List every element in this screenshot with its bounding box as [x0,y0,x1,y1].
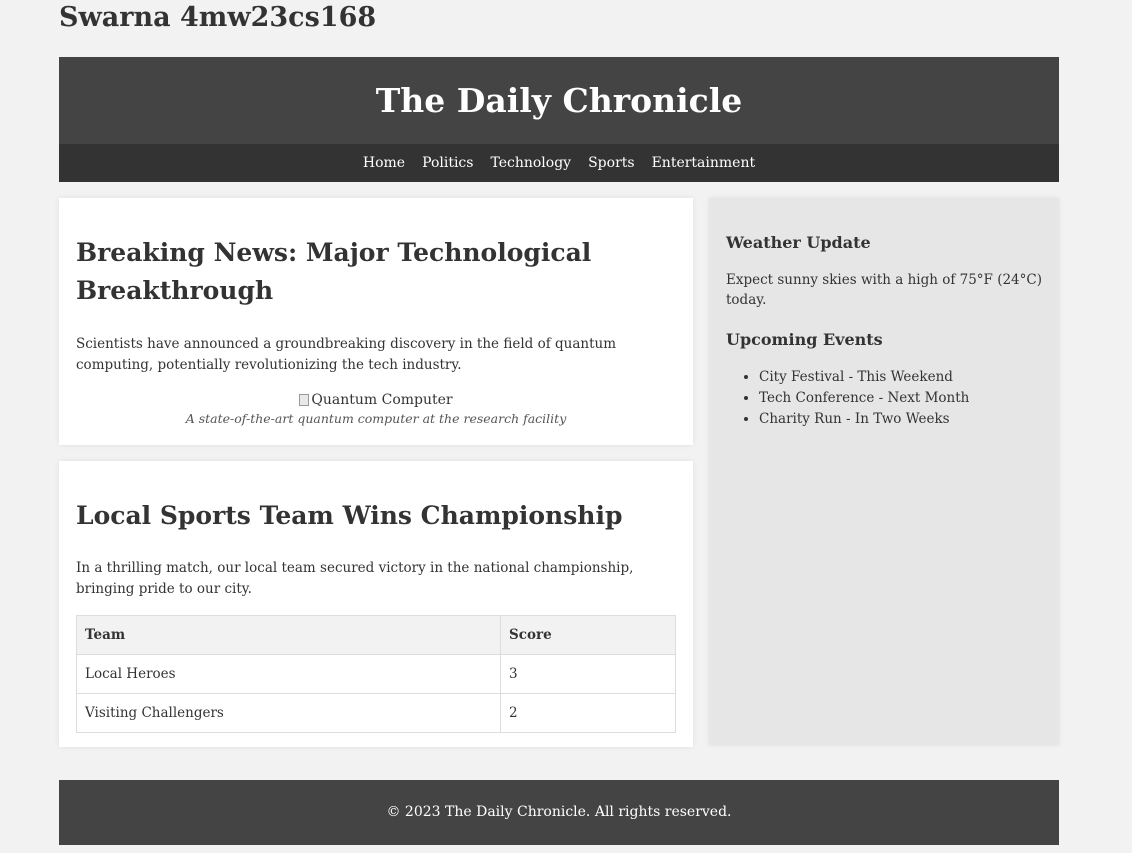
list-item: Tech Conference - Next Month [759,388,1042,409]
score-table: Team Score Local Heroes 3 Visiting Chall… [76,615,676,733]
events-list: City Festival - This Weekend Tech Confer… [726,367,1042,430]
article-figure: Quantum Computer A state-of-the-art quan… [76,390,676,428]
article-tech-breakthrough: Breaking News: Major Technological Break… [59,198,693,445]
list-item: Charity Run - In Two Weeks [759,409,1042,430]
team-cell: Local Heroes [76,654,501,694]
list-item: City Festival - This Weekend [759,367,1042,388]
main-nav: Home Politics Technology Sports Entertai… [59,144,1059,182]
score-cell: 2 [500,693,676,733]
nav-technology-link[interactable]: Technology [490,155,571,171]
image-alt-text: Quantum Computer [311,392,453,408]
sidebar: Weather Update Expect sunny skies with a… [709,198,1059,745]
team-cell: Visiting Challengers [76,693,501,733]
article-sports-championship: Local Sports Team Wins Championship In a… [59,461,693,747]
column-header-team: Team [76,615,501,655]
broken-image: Quantum Computer [299,390,453,410]
score-cell: 3 [500,654,676,694]
broken-image-icon [299,394,310,406]
table-header-row: Team Score [76,615,676,655]
article-title: Breaking News: Major Technological Break… [76,238,592,305]
article-body: In a thrilling match, our local team sec… [76,560,634,597]
article-body: Scientists have announced a groundbreaki… [76,336,616,373]
nav-home-link[interactable]: Home [363,155,405,171]
table-row: Visiting Challengers 2 [76,693,676,733]
footer-text: © 2023 The Daily Chronicle. All rights r… [386,804,732,820]
nav-entertainment-link[interactable]: Entertainment [652,155,756,171]
column-header-score: Score [500,615,676,655]
article-title: Local Sports Team Wins Championship [76,501,623,530]
site-header: The Daily Chronicle Home Politics Techno… [59,57,1059,182]
nav-politics-link[interactable]: Politics [422,155,473,171]
site-footer: © 2023 The Daily Chronicle. All rights r… [59,780,1059,845]
table-row: Local Heroes 3 [76,654,676,694]
site-title: The Daily Chronicle [375,81,743,120]
weather-title: Weather Update [726,233,871,252]
image-caption: A state-of-the-art quantum computer at t… [185,411,567,426]
page-owner-heading: Swarna 4mw23cs168 [59,2,377,33]
events-title: Upcoming Events [726,330,883,349]
weather-text: Expect sunny skies with a high of 75°F (… [726,272,1042,308]
nav-sports-link[interactable]: Sports [588,155,634,171]
